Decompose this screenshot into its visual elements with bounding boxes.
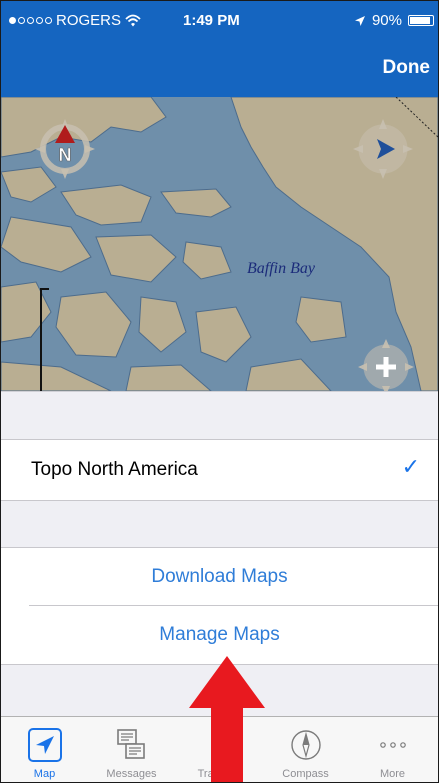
carrier-name: ROGERS: [56, 12, 122, 29]
battery-icon: [408, 15, 434, 26]
tab-messages[interactable]: Messages: [88, 717, 175, 782]
signal-strength-icon: [9, 17, 52, 24]
app-screen: ROGERS 1:49 PM 90% Done Baffin Bay N Top…: [0, 0, 439, 783]
compass-letter: N: [59, 145, 72, 165]
status-time: 1:49 PM: [183, 12, 240, 29]
map-option-row[interactable]: Topo North America ✓: [1, 439, 438, 501]
more-icon: [380, 742, 406, 748]
map-arrow-icon: [28, 728, 62, 762]
map-view[interactable]: Baffin Bay N: [1, 97, 438, 391]
map-option-label: Topo North America: [31, 459, 198, 480]
messages-icon: [117, 729, 145, 759]
carrier-area: ROGERS: [9, 12, 141, 29]
wifi-icon: [125, 14, 141, 27]
battery-percent: 90%: [371, 12, 402, 29]
tab-map[interactable]: Map: [1, 717, 88, 782]
navigation-bar: Done: [1, 41, 438, 97]
tab-label: Messages: [106, 768, 157, 780]
tab-label: More: [379, 768, 406, 780]
download-maps-button[interactable]: Download Maps: [1, 547, 438, 606]
tab-label: Map: [33, 768, 56, 780]
tab-more[interactable]: More: [349, 717, 436, 782]
done-button[interactable]: Done: [383, 57, 431, 79]
tab-label: Compass: [282, 768, 329, 780]
annotation-arrow-icon: [189, 656, 265, 782]
compass-icon: [291, 730, 321, 760]
status-bar: ROGERS 1:49 PM 90%: [1, 1, 438, 41]
map-place-label: Baffin Bay: [247, 260, 315, 277]
checkmark-icon: ✓: [401, 454, 420, 479]
download-maps-label: Download Maps: [151, 566, 288, 587]
location-services-icon: [354, 15, 365, 26]
section-spacer: [1, 391, 438, 440]
status-right: 90%: [354, 12, 434, 29]
manage-maps-label: Manage Maps: [159, 624, 280, 645]
tab-compass[interactable]: Compass: [262, 717, 349, 782]
